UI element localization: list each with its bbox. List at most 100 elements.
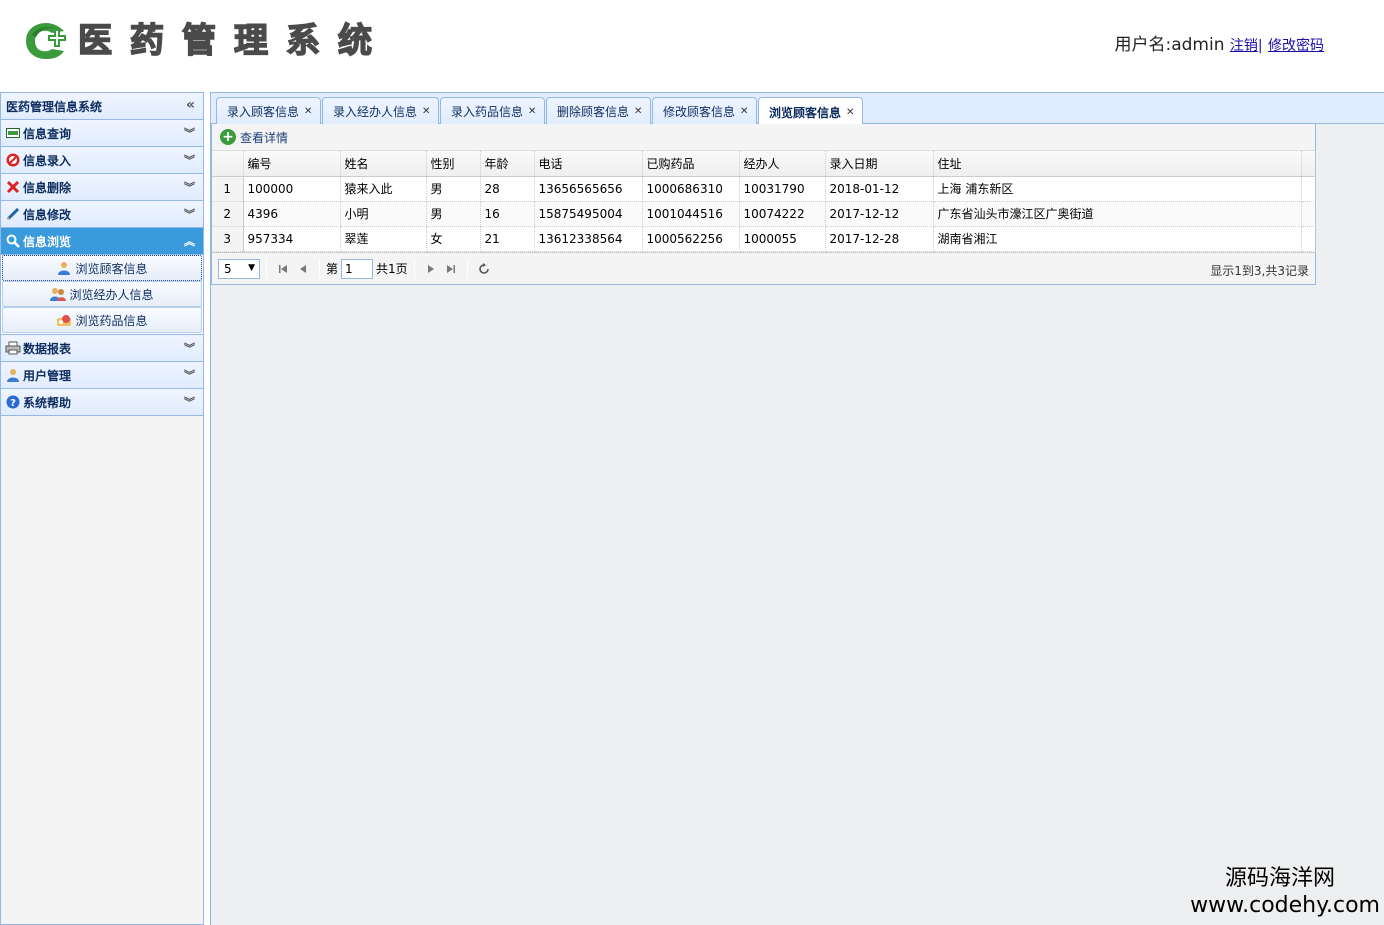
view-detail-label: 查看详情 <box>240 130 289 145</box>
tab-label: 删除顾客信息 <box>557 105 630 119</box>
browse-submenu: 浏览顾客信息 浏览经办人信息 浏览药品信息 <box>1 255 203 335</box>
submenu-browse-customers[interactable]: 浏览顾客信息 <box>2 255 202 281</box>
table-row[interactable]: 1 100000 猿来入此 男 28 13656565656 100068631… <box>212 176 1316 202</box>
plus-icon: + <box>220 129 236 145</box>
chevron-down-icon[interactable]: ︾ <box>184 367 195 383</box>
sidebar-item-modify[interactable]: 信息修改 ︾ <box>1 201 203 228</box>
help-icon: ? <box>5 394 21 410</box>
pager-divider <box>413 258 415 279</box>
sidebar-item-label: 信息修改 <box>23 207 72 222</box>
magnifier-icon <box>5 233 21 249</box>
column-header[interactable]: 录入日期 <box>825 151 934 177</box>
view-detail-button[interactable]: + 查看详情 <box>220 129 288 146</box>
table-cell: 男 <box>426 201 481 227</box>
sidebar-item-browse[interactable]: 信息浏览 ︽ <box>1 228 203 255</box>
prev-page-icon[interactable] <box>293 259 313 279</box>
pagination-bar: 5 第 共1页 显示1到3,共3记录 <box>212 252 1315 284</box>
tab-browse-customers[interactable]: 浏览顾客信息 ✕ <box>758 97 864 126</box>
tab-add-agent[interactable]: 录入经办人信息 ✕ <box>322 97 440 125</box>
sidebar: 医药管理信息系统 « 信息查询 ︾ 信息录入 ︾ 信息删除 ︾ 信息修改 ︾ 信… <box>0 92 204 925</box>
table-cell: 21 <box>480 226 535 252</box>
pager-divider <box>266 258 267 279</box>
close-icon[interactable]: ✕ <box>304 106 312 117</box>
tab-add-medicine[interactable]: 录入药品信息 ✕ <box>440 97 546 125</box>
sidebar-item-delete[interactable]: 信息删除 ︾ <box>1 174 203 201</box>
sidebar-item-help[interactable]: ? 系统帮助 ︾ <box>1 389 203 416</box>
sidebar-item-entry[interactable]: 信息录入 ︾ <box>1 147 203 174</box>
close-icon[interactable]: ✕ <box>528 106 536 117</box>
close-icon[interactable]: ✕ <box>634 106 642 117</box>
chevron-down-icon[interactable]: ︾ <box>184 340 195 356</box>
tab-delete-customer[interactable]: 删除顾客信息 ✕ <box>546 97 652 125</box>
chevron-down-icon[interactable]: ︾ <box>184 152 195 168</box>
table-cell: 1001044516 <box>642 201 740 227</box>
submenu-label: 浏览顾客信息 <box>75 261 148 276</box>
svg-text:?: ? <box>10 398 16 409</box>
submenu-label: 浏览经办人信息 <box>69 287 154 302</box>
table-cell: 湖南省湘江 <box>933 226 1302 252</box>
close-icon[interactable]: ✕ <box>422 106 430 117</box>
logout-link[interactable]: 注销 <box>1230 38 1258 54</box>
customer-grid-panel: + 查看详情 编号 姓名 性别 年龄 电话 已购药品 经办人 录入日期 住址 1… <box>211 124 1316 285</box>
chevron-down-icon[interactable]: ︾ <box>184 394 195 410</box>
table-cell-spacer <box>1301 201 1316 227</box>
sidebar-item-label: 信息删除 <box>23 180 72 195</box>
table-cell: 广东省汕头市濠江区广奥街道 <box>933 201 1302 227</box>
tab-modify-customer[interactable]: 修改顾客信息 ✕ <box>652 97 758 125</box>
column-header[interactable]: 性别 <box>426 151 481 177</box>
last-page-icon[interactable] <box>441 259 461 279</box>
table-cell: 2017-12-12 <box>825 201 934 227</box>
submenu-browse-medicines[interactable]: 浏览药品信息 <box>2 307 202 333</box>
column-header[interactable]: 姓名 <box>340 151 427 177</box>
table-cell: 男 <box>426 176 481 202</box>
table-cell: 13612338564 <box>534 226 643 252</box>
watermark: 源码海洋网 www.codehy.com <box>1190 865 1380 919</box>
customer-table: 编号 姓名 性别 年龄 电话 已购药品 经办人 录入日期 住址 1 100000… <box>212 151 1316 252</box>
column-header[interactable]: 电话 <box>534 151 643 177</box>
column-header[interactable]: 年龄 <box>480 151 535 177</box>
table-cell: 16 <box>480 201 535 227</box>
table-row[interactable]: 2 4396 小明 男 16 15875495004 1001044516 10… <box>212 201 1316 227</box>
refresh-icon[interactable] <box>474 259 494 279</box>
page-size-select[interactable]: 5 <box>218 258 260 279</box>
column-header[interactable]: 经办人 <box>739 151 826 177</box>
sidebar-item-users[interactable]: 用户管理 ︾ <box>1 362 203 389</box>
table-cell: 957334 <box>243 226 341 252</box>
column-header[interactable]: 已购药品 <box>642 151 740 177</box>
submenu-browse-agents[interactable]: 浏览经办人信息 <box>2 281 202 307</box>
table-cell: 28 <box>480 176 535 202</box>
table-cell: 1000686310 <box>642 176 740 202</box>
table-cell: 10074222 <box>739 201 826 227</box>
sidebar-item-query[interactable]: 信息查询 ︾ <box>1 120 203 147</box>
next-page-icon[interactable] <box>421 259 441 279</box>
tab-add-customer[interactable]: 录入顾客信息 ✕ <box>216 97 322 125</box>
column-header[interactable]: 住址 <box>933 151 1302 177</box>
table-row[interactable]: 3 957334 翠莲 女 21 13612338564 1000562256 … <box>212 226 1316 252</box>
chevron-up-icon[interactable]: ︽ <box>184 233 195 249</box>
column-header[interactable]: 编号 <box>243 151 341 177</box>
tab-label: 录入药品信息 <box>451 105 524 119</box>
chevron-down-icon[interactable]: ︾ <box>184 125 195 141</box>
first-page-icon[interactable] <box>273 259 293 279</box>
collapse-sidebar-icon[interactable]: « <box>186 97 195 113</box>
customer-icon <box>56 260 72 276</box>
row-number-header <box>212 151 244 177</box>
change-password-link[interactable]: 修改密码 <box>1268 38 1324 54</box>
row-number: 3 <box>212 226 244 252</box>
tab-label: 修改顾客信息 <box>663 105 736 119</box>
close-icon[interactable]: ✕ <box>846 107 854 118</box>
table-cell: 1000055 <box>739 226 826 252</box>
table-cell: 猿来入此 <box>340 176 427 202</box>
grid-toolbar: + 查看详情 <box>212 124 1315 151</box>
chevron-down-icon[interactable]: ︾ <box>184 179 195 195</box>
medical-cross-logo-icon <box>22 19 70 63</box>
table-cell-spacer <box>1301 176 1316 202</box>
watermark-url: www.codehy.com <box>1190 893 1380 918</box>
sidebar-item-label: 信息查询 <box>23 126 72 141</box>
close-icon[interactable]: ✕ <box>740 106 748 117</box>
chevron-down-icon[interactable]: ︾ <box>184 206 195 222</box>
sidebar-item-reports[interactable]: 数据报表 ︾ <box>1 335 203 362</box>
sidebar-title: 医药管理信息系统 <box>6 99 103 114</box>
page-number-input[interactable] <box>341 258 374 279</box>
table-cell: 2018-01-12 <box>825 176 934 202</box>
